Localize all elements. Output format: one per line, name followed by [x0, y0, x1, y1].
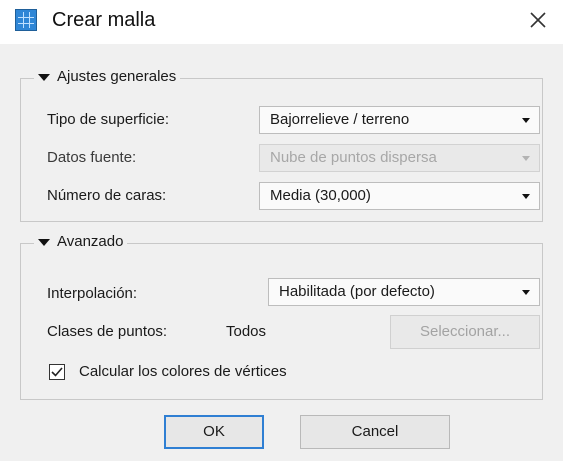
dialog-title: Crear malla: [52, 9, 156, 31]
close-button[interactable]: [521, 4, 555, 36]
face-count-select[interactable]: Media (30,000): [259, 182, 540, 210]
create-mesh-dialog: Crear malla Ajustes generales Tipo de su…: [0, 0, 563, 461]
chevron-down-icon: [522, 290, 530, 295]
surface-type-label: Tipo de superficie:: [47, 111, 170, 128]
source-data-label: Datos fuente:: [47, 149, 137, 166]
mesh-app-icon: [15, 9, 37, 31]
general-settings-toggle[interactable]: Ajustes generales: [34, 68, 181, 86]
title-bar: Crear malla: [0, 0, 563, 44]
point-classes-value: Todos: [226, 323, 267, 340]
interpolation-label: Interpolación:: [47, 285, 138, 302]
vertex-colors-checkbox[interactable]: [49, 364, 65, 380]
vertex-colors-label[interactable]: Calcular los colores de vértices: [79, 363, 287, 381]
face-count-value: Media (30,000): [270, 187, 371, 204]
source-data-value: Nube de puntos dispersa: [270, 149, 437, 166]
interpolation-value: Habilitada (por defecto): [279, 283, 435, 300]
chevron-down-icon: [522, 156, 530, 161]
chevron-down-icon: [522, 194, 530, 199]
triangle-down-icon: [38, 73, 50, 81]
surface-type-select[interactable]: Bajorrelieve / terreno: [259, 106, 540, 134]
select-classes-button[interactable]: Seleccionar...: [390, 315, 540, 349]
close-icon: [530, 12, 546, 28]
ok-button[interactable]: OK: [164, 415, 264, 449]
surface-type-value: Bajorrelieve / terreno: [270, 111, 410, 128]
advanced-toggle[interactable]: Avanzado: [34, 233, 128, 251]
face-count-label: Número de caras:: [47, 187, 167, 204]
general-settings-legend: Ajustes generales: [57, 68, 177, 85]
point-classes-label: Clases de puntos:: [47, 323, 168, 340]
checkmark-icon: [51, 367, 63, 377]
source-data-select[interactable]: Nube de puntos dispersa: [259, 144, 540, 172]
advanced-legend: Avanzado: [57, 233, 124, 250]
chevron-down-icon: [522, 118, 530, 123]
interpolation-select[interactable]: Habilitada (por defecto): [268, 278, 540, 306]
cancel-button[interactable]: Cancel: [300, 415, 450, 449]
triangle-down-icon: [38, 238, 50, 246]
